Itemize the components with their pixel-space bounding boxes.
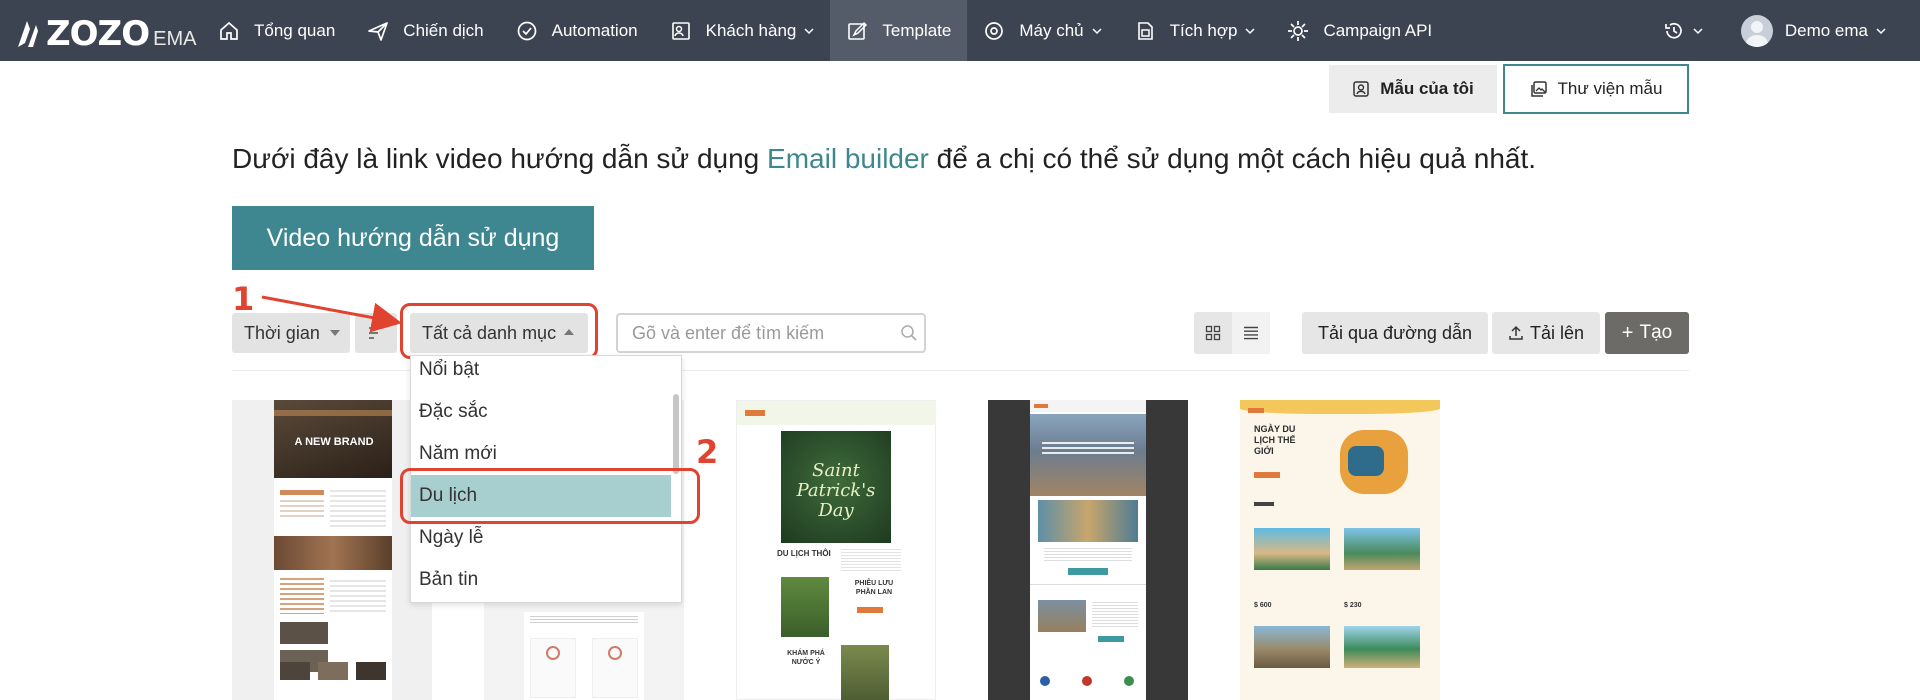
annotation-number: 2 <box>696 433 719 471</box>
create-label: Tạo <box>1639 322 1673 343</box>
caret-down-icon <box>330 330 340 336</box>
template-card[interactable]: Saint Patrick's Day DU LỊCH THÔI PHIÊU L… <box>736 400 936 700</box>
create-button[interactable]: + Tạo <box>1605 312 1689 354</box>
nav-label: Tích hợp <box>1169 20 1238 40</box>
tab-template-library[interactable]: Thư viện mẫu <box>1503 64 1689 114</box>
card-subheading: DU LỊCH THÔI <box>777 549 831 558</box>
grid-icon <box>1205 325 1221 341</box>
annotation-number: 1 <box>232 280 255 318</box>
card-price: $ 230 <box>1344 602 1362 609</box>
template-card[interactable]: A NEW BRAND <box>232 400 432 700</box>
list-icon <box>1244 326 1258 340</box>
integration-icon <box>1134 20 1156 42</box>
chevron-down-icon <box>804 26 814 36</box>
nav-label: Template <box>882 20 952 40</box>
template-thumbnail <box>1030 400 1146 700</box>
upload-icon <box>1509 325 1523 340</box>
card-subheading: PHIÊU LƯU PHẦN LAN <box>854 580 894 596</box>
api-gear-icon <box>1287 20 1309 42</box>
sort-button[interactable] <box>355 313 397 353</box>
customers-icon <box>670 20 692 42</box>
nav-label: Campaign API <box>1323 20 1433 40</box>
user-menu[interactable]: Demo ema <box>1725 0 1920 61</box>
card-subheading: KHÁM PHÁ NƯỚC Ý <box>787 650 825 666</box>
history-menu[interactable] <box>1653 0 1725 61</box>
user-card-icon <box>1353 81 1369 97</box>
sort-lines-icon <box>369 327 382 339</box>
grid-view-button[interactable] <box>1194 312 1232 354</box>
chevron-down-icon <box>1876 26 1886 36</box>
search-icon[interactable] <box>900 324 918 347</box>
tab-label: Thư viện mẫu <box>1557 79 1663 98</box>
nav-chien-dich[interactable]: Chiến dịch <box>351 0 499 61</box>
tab-my-templates[interactable]: Mẫu của tôi <box>1329 65 1497 113</box>
category-option[interactable]: Nổi bật <box>411 356 671 391</box>
card-heading: A NEW BRAND <box>294 436 374 448</box>
nav-tich-hop[interactable]: Tích hợp <box>1118 0 1272 61</box>
send-icon <box>367 20 389 42</box>
nav-may-chu[interactable]: Máy chủ <box>967 0 1117 61</box>
zozo-logo[interactable]: ZOZO EMA <box>12 0 202 61</box>
category-option[interactable]: Bản tin <box>411 559 671 601</box>
annotation-box <box>400 468 700 524</box>
template-thumbnail: NGÀY DU LỊCH THẾ GIỚI $ 600 $ 230 <box>1240 400 1440 700</box>
template-thumbnail: A NEW BRAND <box>274 400 392 700</box>
intro-before: Dưới đây là link video hướng dẫn sử dụng <box>232 143 768 174</box>
history-icon <box>1663 20 1685 42</box>
zozo-logo-mark-icon <box>18 21 38 47</box>
tab-label: Mẫu của tôi <box>1380 79 1474 98</box>
template-card[interactable] <box>988 400 1188 700</box>
search-input[interactable] <box>632 322 882 344</box>
automation-check-icon <box>516 20 538 42</box>
nav-template[interactable]: Template <box>830 0 968 61</box>
nav-tong-quan[interactable]: Tổng quan <box>202 0 351 61</box>
nav-label: Tổng quan <box>254 20 336 40</box>
top-nav: ZOZO EMA Tổng quan Chiến dịch Automation… <box>0 0 1920 61</box>
nav-right: Demo ema <box>1653 0 1920 61</box>
annotation-box <box>400 303 598 359</box>
nav-khach-hang[interactable]: Khách hàng <box>654 0 831 61</box>
card-price: $ 600 <box>1254 602 1272 609</box>
list-view-button[interactable] <box>1232 312 1270 354</box>
template-card[interactable]: NGÀY DU LỊCH THẾ GIỚI $ 600 $ 230 <box>1240 400 1440 700</box>
chevron-down-icon <box>1693 26 1703 36</box>
dropdown-scrollbar[interactable] <box>673 394 679 474</box>
nav-label: Chiến dịch <box>403 20 484 40</box>
email-builder-link[interactable]: Email builder <box>767 143 929 174</box>
nav-label: Khách hàng <box>705 20 797 40</box>
gallery-icon <box>1530 81 1547 97</box>
view-toggle <box>1194 312 1270 354</box>
upload-by-url-button[interactable]: Tải qua đường dẫn <box>1302 312 1488 354</box>
home-icon <box>218 20 240 42</box>
card-heading: NGÀY DU LỊCH THẾ GIỚI <box>1254 424 1296 456</box>
intro-text: Dưới đây là link video hướng dẫn sử dụng… <box>232 143 1536 175</box>
time-select[interactable]: Thời gian <box>232 313 350 353</box>
user-name: Demo ema <box>1784 20 1868 40</box>
search-box[interactable] <box>616 313 926 353</box>
nav-campaign-api[interactable]: Campaign API <box>1271 0 1448 61</box>
logo-text: ZOZO <box>46 14 150 54</box>
chevron-down-icon <box>1245 26 1255 36</box>
upload-label: Tải lên <box>1529 322 1585 343</box>
category-option[interactable]: Đặc sắc <box>411 391 671 433</box>
template-edit-icon <box>846 20 868 42</box>
plus-icon: + <box>1621 321 1634 344</box>
nav-label: Automation <box>551 20 638 40</box>
chevron-down-icon <box>1092 26 1102 36</box>
card-heading: Saint Patrick's Day <box>796 460 876 521</box>
video-guide-button[interactable]: Video hướng dẫn sử dụng <box>232 206 594 270</box>
logo-sub: EMA <box>153 28 197 50</box>
time-select-label: Thời gian <box>244 322 320 343</box>
template-thumbnail: Saint Patrick's Day DU LỊCH THÔI PHIÊU L… <box>736 400 936 700</box>
intro-after: để a chị có thể sử dụng một cách hiệu qu… <box>928 143 1537 174</box>
server-icon <box>983 20 1005 42</box>
avatar <box>1740 14 1773 47</box>
nav-automation[interactable]: Automation <box>500 0 654 61</box>
nav-label: Máy chủ <box>1019 20 1084 40</box>
upload-button[interactable]: Tải lên <box>1492 312 1600 354</box>
